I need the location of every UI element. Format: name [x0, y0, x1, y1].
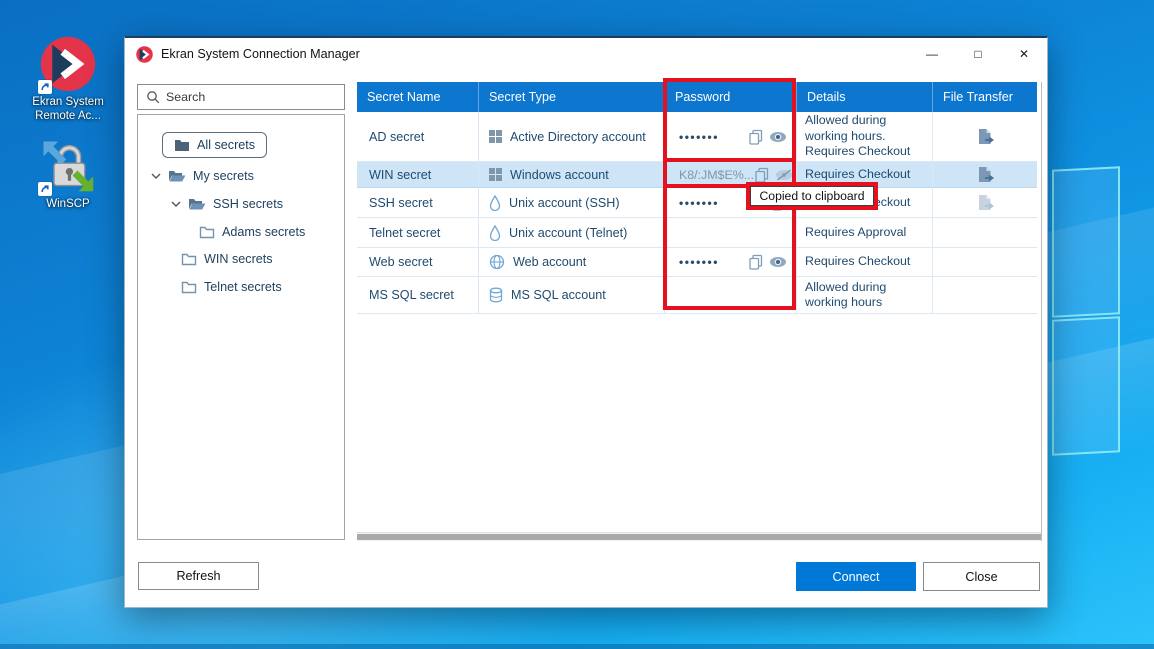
masked-password: ••••••• [679, 130, 719, 144]
file-transfer-icon[interactable] [976, 166, 994, 184]
masked-password: ••••••• [679, 196, 719, 210]
column-header-details[interactable]: Details [797, 82, 933, 112]
windows-icon [489, 130, 502, 143]
horizontal-scrollbar[interactable] [357, 532, 1041, 541]
folder-open-icon [188, 197, 206, 211]
wallpaper-window-pane [1052, 166, 1120, 318]
folder-outline-icon [181, 280, 197, 294]
table-row[interactable]: Telnet secret Unix account (Telnet) Requ… [357, 218, 1037, 248]
tree-item-win-secrets[interactable]: WIN secrets [138, 248, 344, 270]
window-title: Ekran System Connection Manager [161, 47, 360, 61]
shortcut-arrow-icon [38, 182, 52, 196]
desktop: Ekran System Remote Ac... [0, 0, 1154, 649]
maximize-button[interactable]: □ [955, 38, 1001, 70]
search-icon [146, 90, 160, 104]
windows-icon [489, 168, 502, 181]
table-row[interactable]: MS SQL secret MS SQL account Allowed dur… [357, 277, 1037, 314]
close-button[interactable]: Close [923, 562, 1040, 591]
close-window-button[interactable]: ✕ [1001, 38, 1047, 70]
chevron-down-icon[interactable] [171, 201, 181, 207]
desktop-icon-label: Ekran System Remote Ac... [32, 95, 104, 123]
hide-password-eye-slash-icon[interactable] [775, 169, 793, 181]
table-header-row: Secret Name Secret Type Password Details… [357, 82, 1037, 112]
copy-password-icon[interactable] [771, 195, 787, 211]
table-row[interactable]: AD secret Active Directory account •••••… [357, 112, 1037, 162]
file-transfer-icon-disabled [976, 194, 994, 212]
chevron-down-icon[interactable] [151, 173, 161, 179]
tree-item-all-secrets[interactable]: All secrets [162, 132, 267, 158]
tree-item-ssh-secrets[interactable]: SSH secrets [138, 193, 344, 215]
copy-password-icon[interactable] [754, 167, 770, 183]
unix-icon [489, 225, 501, 241]
horizontal-scrollbar-thumb[interactable] [357, 534, 1041, 540]
database-icon [489, 287, 503, 303]
file-transfer-icon[interactable] [976, 128, 994, 146]
search-input[interactable] [166, 90, 344, 104]
globe-icon [489, 254, 505, 270]
secrets-table: Secret Name Secret Type Password Details… [357, 82, 1037, 314]
show-password-eye-icon[interactable] [769, 131, 787, 143]
copy-password-icon[interactable] [748, 254, 764, 270]
winscp-lock-icon [40, 138, 96, 194]
tree-item-adams-secrets[interactable]: Adams secrets [138, 221, 344, 243]
revealed-password: K8/:JM$E%... [679, 168, 754, 182]
column-header-password[interactable]: Password [665, 82, 797, 112]
tree-item-telnet-secrets[interactable]: Telnet secrets [138, 276, 344, 298]
table-row-selected[interactable]: WIN secret Windows account K8/:JM$E%... [357, 162, 1037, 188]
column-header-file-transfer[interactable]: File Transfer [933, 82, 1037, 112]
connection-manager-window: Ekran System Connection Manager — □ ✕ Al… [124, 36, 1048, 608]
show-password-eye-icon[interactable] [769, 256, 787, 268]
refresh-button[interactable]: Refresh [138, 562, 259, 590]
minimize-button[interactable]: — [909, 38, 955, 70]
title-bar[interactable]: Ekran System Connection Manager — □ ✕ [125, 38, 1047, 70]
folder-filled-icon [174, 138, 190, 152]
tree-item-my-secrets[interactable]: My secrets [138, 165, 344, 187]
search-box[interactable] [137, 84, 345, 110]
app-logo-icon [136, 46, 153, 63]
table-row[interactable]: SSH secret Unix account (SSH) ••••••• [357, 188, 1037, 218]
shortcut-arrow-icon [38, 80, 52, 94]
desktop-icon-label: WinSCP [46, 197, 89, 211]
ekran-logo-icon [40, 36, 96, 92]
folder-outline-icon [181, 252, 197, 266]
taskbar-edge [0, 644, 1154, 649]
connect-button[interactable]: Connect [796, 562, 916, 591]
desktop-icon-ekran[interactable]: Ekran System Remote Ac... [20, 36, 116, 123]
column-header-secret-name[interactable]: Secret Name [357, 82, 479, 112]
folder-open-icon [168, 169, 186, 183]
table-row[interactable]: Web secret Web account ••••••• [357, 248, 1037, 277]
masked-password: ••••••• [679, 255, 719, 269]
folder-outline-icon [199, 225, 215, 239]
column-header-secret-type[interactable]: Secret Type [479, 82, 665, 112]
secrets-tree-panel: All secrets My secrets [137, 114, 345, 540]
scrollbar-divider [1041, 82, 1042, 541]
desktop-icon-winscp[interactable]: WinSCP [20, 138, 116, 211]
copy-password-icon[interactable] [748, 129, 764, 145]
wallpaper-window-pane [1052, 316, 1120, 456]
unix-icon [489, 195, 501, 211]
